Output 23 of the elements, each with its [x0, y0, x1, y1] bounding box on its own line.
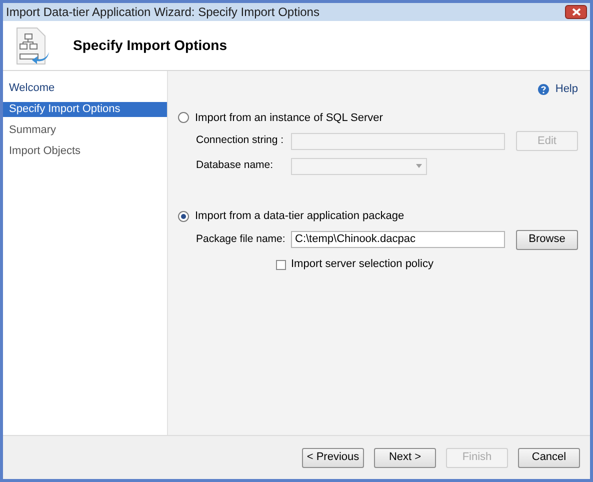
- sidebar-item[interactable]: Specify Import Options: [3, 102, 167, 117]
- sidebar-item[interactable]: Welcome: [3, 81, 167, 96]
- button[interactable]: Cancel: [518, 448, 580, 468]
- caret-icon: [416, 164, 422, 168]
- page-heading: Specify Import Options: [73, 36, 228, 55]
- checkbox[interactable]: [276, 260, 286, 270]
- field-label: Database name:: [196, 158, 274, 174]
- radio-button[interactable]: [178, 112, 189, 124]
- input-field[interactable]: C:\temp\Chinook.dacpac: [291, 231, 505, 248]
- button[interactable]: Browse: [516, 230, 578, 250]
- button[interactable]: < Previous: [302, 448, 364, 468]
- close-icon: [572, 8, 580, 16]
- checkbox-label[interactable]: Import server selection policy: [291, 256, 434, 273]
- field-label: Package file name:: [196, 232, 286, 247]
- radio-label[interactable]: Import from an instance of SQL Server: [195, 110, 383, 126]
- radio-button[interactable]: [178, 210, 189, 222]
- radio-label[interactable]: Import from a data-tier application package: [195, 208, 404, 224]
- button[interactable]: Next >: [374, 448, 436, 468]
- close-button[interactable]: [565, 5, 587, 19]
- help-icon[interactable]: [538, 84, 550, 95]
- field-label: Connection string :: [196, 133, 285, 148]
- window-title: Import Data-tier Application Wizard: Specify Import Options: [6, 4, 320, 21]
- help-link[interactable]: Help: [555, 81, 578, 98]
